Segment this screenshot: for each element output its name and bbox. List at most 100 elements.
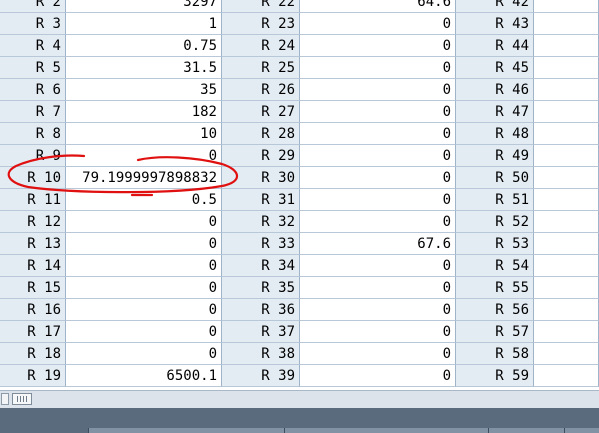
register-value[interactable]: 0	[300, 343, 456, 365]
register-label: R 22	[222, 0, 300, 13]
table-row: R 5 31.5 R 25 0 R 45	[0, 57, 599, 79]
table-row: R 13 0 R 33 67.6 R 53	[0, 233, 599, 255]
register-value[interactable]: 35	[66, 79, 222, 101]
register-label: R 11	[0, 189, 66, 211]
table-row: R 6 35 R 26 0 R 46	[0, 79, 599, 101]
register-value[interactable]: 0	[66, 255, 222, 277]
register-value[interactable]	[534, 255, 599, 277]
register-label: R 44	[456, 35, 534, 57]
register-value[interactable]: 0	[300, 189, 456, 211]
register-label: R 36	[222, 299, 300, 321]
register-value[interactable]	[534, 13, 599, 35]
register-value[interactable]	[534, 123, 599, 145]
register-label: R 24	[222, 35, 300, 57]
register-label: R 12	[0, 211, 66, 233]
register-value[interactable]: 3297	[66, 0, 222, 13]
register-value[interactable]: 0	[300, 123, 456, 145]
register-value[interactable]	[534, 167, 599, 189]
register-value[interactable]	[534, 57, 599, 79]
table-row: R 7 182 R 27 0 R 47	[0, 101, 599, 123]
register-value[interactable]: 0	[300, 255, 456, 277]
register-value[interactable]: 0	[300, 277, 456, 299]
table-row: R 15 0 R 35 0 R 55	[0, 277, 599, 299]
register-value[interactable]: 31.5	[66, 57, 222, 79]
register-label: R 34	[222, 255, 300, 277]
register-value[interactable]: 0	[66, 211, 222, 233]
register-value[interactable]: 1	[66, 13, 222, 35]
register-label: R 49	[456, 145, 534, 167]
table-row: R 14 0 R 34 0 R 54	[0, 255, 599, 277]
register-label: R 39	[222, 365, 300, 387]
table-row: R 10 79.1999997898832 R 30 0 R 50	[0, 167, 599, 189]
taskbar-button[interactable]	[564, 428, 599, 433]
register-label: R 13	[0, 233, 66, 255]
register-value[interactable]: 67.6	[300, 233, 456, 255]
register-value[interactable]: 0	[300, 101, 456, 123]
taskbar-button[interactable]	[88, 428, 285, 433]
register-value[interactable]: 0	[300, 167, 456, 189]
table-row: R 12 0 R 32 0 R 52	[0, 211, 599, 233]
register-value[interactable]: 0	[300, 145, 456, 167]
table-row: R 2 3297 R 22 64.6 R 42	[0, 0, 599, 13]
register-label: R 45	[456, 57, 534, 79]
register-label: R 51	[456, 189, 534, 211]
taskbar-button[interactable]	[284, 428, 489, 433]
register-value[interactable]: 0.5	[66, 189, 222, 211]
register-label: R 58	[456, 343, 534, 365]
register-value[interactable]: 0.75	[66, 35, 222, 57]
register-value[interactable]: 0	[300, 299, 456, 321]
register-value[interactable]: 79.1999997898832	[66, 167, 222, 189]
register-label: R 16	[0, 299, 66, 321]
register-value[interactable]: 0	[66, 233, 222, 255]
register-label: R 28	[222, 123, 300, 145]
register-value[interactable]: 0	[300, 79, 456, 101]
register-value[interactable]: 0	[300, 57, 456, 79]
register-value[interactable]	[534, 101, 599, 123]
register-label: R 3	[0, 13, 66, 35]
table-row: R 8 10 R 28 0 R 48	[0, 123, 599, 145]
register-value[interactable]	[534, 211, 599, 233]
register-value[interactable]: 0	[66, 277, 222, 299]
register-label: R 5	[0, 57, 66, 79]
scroll-thumb[interactable]	[12, 393, 32, 405]
register-value[interactable]: 182	[66, 101, 222, 123]
split-handle[interactable]	[1, 393, 9, 405]
register-label: R 54	[456, 255, 534, 277]
register-value[interactable]	[534, 299, 599, 321]
table-row: R 17 0 R 37 0 R 57	[0, 321, 599, 343]
register-value[interactable]: 0	[300, 365, 456, 387]
register-value[interactable]: 0	[66, 145, 222, 167]
register-value[interactable]: 6500.1	[66, 365, 222, 387]
register-value[interactable]	[534, 321, 599, 343]
register-label: R 18	[0, 343, 66, 365]
register-value[interactable]	[534, 189, 599, 211]
register-value[interactable]: 64.6	[300, 0, 456, 13]
register-value[interactable]: 0	[300, 321, 456, 343]
register-value[interactable]: 0	[66, 321, 222, 343]
taskbar-button[interactable]	[488, 428, 565, 433]
register-value[interactable]	[534, 0, 599, 13]
register-value[interactable]: 0	[300, 211, 456, 233]
register-label: R 48	[456, 123, 534, 145]
register-value[interactable]	[534, 35, 599, 57]
register-value[interactable]	[534, 79, 599, 101]
register-value[interactable]: 10	[66, 123, 222, 145]
register-value[interactable]: 0	[300, 35, 456, 57]
register-value[interactable]	[534, 277, 599, 299]
register-label: R 52	[456, 211, 534, 233]
register-value[interactable]	[534, 365, 599, 387]
register-value[interactable]: 0	[66, 343, 222, 365]
register-label: R 35	[222, 277, 300, 299]
register-label: R 23	[222, 13, 300, 35]
register-label: R 9	[0, 145, 66, 167]
register-value[interactable]	[534, 145, 599, 167]
register-value[interactable]: 0	[66, 299, 222, 321]
table-row: R 11 0.5 R 31 0 R 51	[0, 189, 599, 211]
register-value[interactable]	[534, 233, 599, 255]
register-value[interactable]	[534, 343, 599, 365]
register-label: R 2	[0, 0, 66, 13]
register-value[interactable]: 0	[300, 13, 456, 35]
register-label: R 27	[222, 101, 300, 123]
horizontal-scrollbar[interactable]	[0, 390, 599, 408]
register-label: R 33	[222, 233, 300, 255]
